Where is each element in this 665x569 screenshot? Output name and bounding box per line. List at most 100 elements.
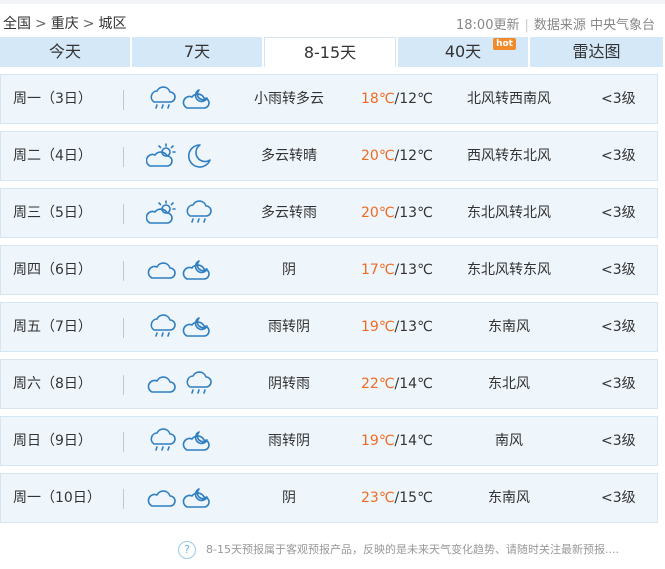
low-temp: /12℃ [394, 91, 433, 107]
forecast-row: 周六（8日） 阴转雨 22℃/14℃ 东北风 <3级 [0, 359, 658, 409]
tab-8-15-days[interactable]: 8-15天 [264, 37, 396, 67]
wind-level: <3级 [601, 433, 636, 449]
weather-description: 阴转雨 [268, 376, 310, 392]
rain-cloud-icon [186, 200, 212, 223]
tab-today[interactable]: 今天 [0, 37, 130, 67]
forecast-tabs: 今天 7天 8-15天 40天 hot 雷达图 [0, 37, 663, 67]
wind-direction: 北风转西南风 [467, 91, 551, 107]
high-temp: 18℃ [361, 91, 395, 107]
temperature: 22℃/14℃ [361, 360, 441, 408]
temperature: 18℃/12℃ [361, 75, 441, 123]
rain-cloud-icon [186, 371, 212, 394]
breadcrumb: 全国 > 重庆 > 城区 [3, 13, 126, 33]
temperature: 17℃/13℃ [361, 246, 441, 294]
tab-label: 8-15天 [303, 43, 357, 62]
wind-level: <3级 [601, 319, 636, 335]
high-temp: 19℃ [361, 433, 395, 449]
tab-radar[interactable]: 雷达图 [530, 37, 663, 67]
day-label: 周三（5日） [13, 205, 92, 221]
partly-cloudy-moon-icon [182, 488, 210, 508]
temperature: 19℃/13℃ [361, 303, 441, 351]
day-label: 周一（3日） [13, 91, 92, 107]
wind-level: <3级 [601, 262, 636, 278]
partly-cloudy-moon-icon [182, 431, 210, 451]
temperature: 20℃/12℃ [361, 132, 441, 180]
low-temp: /14℃ [394, 376, 433, 392]
data-source: 18:00更新 | 数据来源 中央气象台 [456, 14, 655, 33]
partly-cloudy-moon-icon [182, 89, 210, 109]
tab-label: 7天 [183, 42, 211, 61]
tab-label: 雷达图 [572, 42, 621, 61]
breadcrumb-urban: 城区 [98, 16, 127, 32]
breadcrumb-national[interactable]: 全国 [3, 13, 31, 33]
high-temp: 22℃ [361, 376, 395, 392]
wind-level: <3级 [601, 205, 636, 221]
breadcrumb-chongqing[interactable]: 重庆 [51, 13, 79, 33]
temperature: 19℃/14℃ [361, 417, 441, 465]
weather-icons [146, 484, 218, 512]
weather-description: 小雨转多云 [254, 91, 324, 107]
weather-description: 多云转晴 [261, 148, 317, 164]
forecast-row: 周四（6日） 阴 17℃/13℃ 东北风转东风 <3级 [0, 245, 658, 295]
day-label: 周日（9日） [13, 433, 92, 449]
wind-level: <3级 [601, 148, 636, 164]
forecast-row: 周日（9日） 雨转阴 19℃/14℃ 南风 <3级 [0, 416, 658, 466]
partly-cloudy-moon-icon [182, 260, 210, 280]
tab-40-days[interactable]: 40天 hot [398, 37, 528, 67]
temperature: 20℃/13℃ [361, 189, 441, 237]
low-temp: /12℃ [394, 148, 433, 164]
moon-icon [188, 144, 211, 168]
tab-label: 40天 [444, 42, 482, 61]
row-divider [123, 90, 124, 110]
rain-cloud-icon [150, 314, 176, 337]
day-label: 周四（6日） [13, 262, 92, 278]
tab-label: 今天 [48, 42, 81, 61]
weather-icons [146, 370, 218, 398]
top-divider [0, 0, 665, 4]
weather-description: 阴 [282, 262, 296, 278]
low-temp: /13℃ [394, 205, 433, 221]
weather-description: 阴 [282, 490, 296, 506]
weather-description: 雨转阴 [268, 319, 310, 335]
source-divider: | [524, 18, 529, 33]
wind-direction: 西风转东北风 [467, 148, 551, 164]
day-label: 周五（7日） [13, 319, 92, 335]
wind-direction: 东北风转东风 [467, 262, 551, 278]
wind-level: <3级 [601, 91, 636, 107]
update-time: 18:00更新 [456, 18, 520, 33]
high-temp: 20℃ [361, 205, 395, 221]
row-divider [123, 204, 124, 224]
weather-icons [146, 142, 218, 170]
high-temp: 23℃ [361, 490, 395, 506]
row-divider [123, 432, 124, 452]
wind-level: <3级 [601, 376, 636, 392]
day-label: 周一（10日） [13, 490, 101, 506]
weather-icons [146, 313, 218, 341]
forecast-row: 周二（4日） 多云转晴 20℃/12℃ 西风转东北风 <3级 [0, 131, 658, 181]
help-icon[interactable]: ? [178, 541, 196, 559]
wind-direction: 东南风 [488, 490, 530, 506]
breadcrumb-separator: > [82, 16, 95, 32]
hot-badge: hot [493, 38, 516, 50]
forecast-row: 周三（5日） 多云转雨 20℃/13℃ 东北风转北风 <3级 [0, 188, 658, 238]
source-label: 数据来源 中央气象台 [533, 18, 655, 33]
row-divider [123, 147, 124, 167]
high-temp: 17℃ [361, 262, 395, 278]
breadcrumb-separator: > [35, 16, 47, 32]
tab-7-days[interactable]: 7天 [132, 37, 262, 67]
row-divider [123, 489, 124, 509]
forecast-row: 周一（3日） 小雨转多云 18℃/12℃ 北风转西南风 <3级 [0, 74, 658, 124]
partly-cloudy-sun-icon [146, 200, 176, 224]
day-label: 周六（8日） [13, 376, 92, 392]
rain-cloud-icon [150, 86, 176, 109]
low-temp: /13℃ [394, 319, 433, 335]
weather-icons [146, 85, 218, 113]
footer-note: ? 8-15天预报属于客观预报产品，反映的是未来天气变化趋势、请随时关注最新预报.… [178, 541, 619, 559]
forecast-row: 周一（10日） 阴 23℃/15℃ 东南风 <3级 [0, 473, 658, 523]
row-divider [123, 318, 124, 338]
wind-direction: 东南风 [488, 319, 530, 335]
weather-description: 多云转雨 [261, 205, 317, 221]
weather-icons [146, 427, 218, 455]
low-temp: /13℃ [394, 262, 433, 278]
rain-cloud-icon [150, 428, 176, 451]
